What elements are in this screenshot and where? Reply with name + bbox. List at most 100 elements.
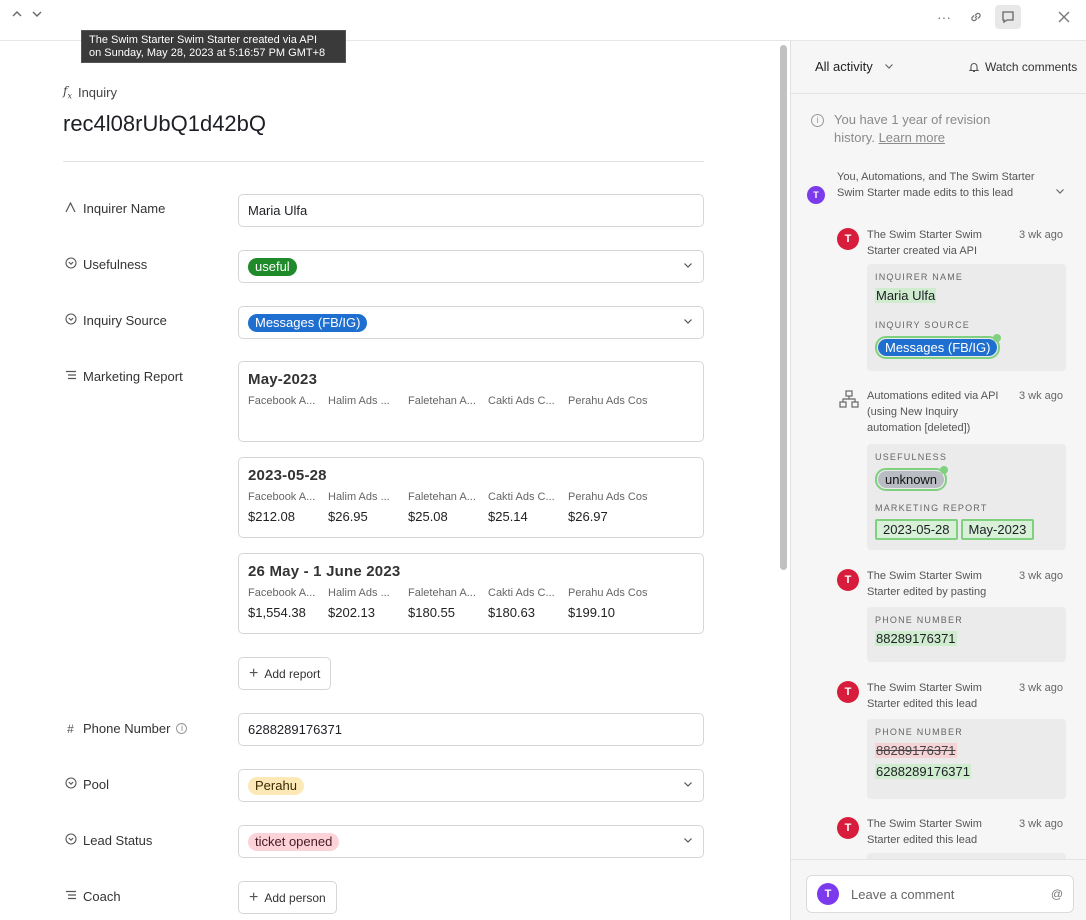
report-column: Faletehan A... [408,395,476,407]
link-icon [971,12,981,22]
comment-placeholder: Leave a comment [851,886,955,902]
activity-time: 3 wk ago [1019,390,1064,402]
phone-number-label: # Phone Number i [64,721,188,736]
report-value: $212.08 [248,509,295,524]
avatar: T [837,817,859,839]
added-value: 88289176371 [875,631,957,646]
activity-time: 3 wk ago [1019,229,1064,241]
report-card[interactable]: May-2023 Facebook A... Halim Ads ... Fal… [238,361,704,442]
report-column: Faletehan A... [408,587,476,599]
change-field-label: INQUIRY SOURCE [875,320,970,330]
plus-dot-icon [940,466,949,474]
inquiry-source-label: Inquiry Source [64,313,167,328]
added-pill-text: unknown [878,471,945,488]
report-columns: Facebook A... Halim Ads ... Faletehan A.… [248,491,694,503]
chevron-down-icon [885,64,894,69]
report-columns: Facebook A... Halim Ads ... Faletehan A.… [248,395,694,407]
activity-filter-label: All activity [815,59,873,74]
report-value: $26.95 [328,509,368,524]
phone-number-field[interactable]: 6288289176371 [238,713,704,746]
watch-comments-label: Watch comments [985,60,1078,74]
tooltip-line-1: The Swim Starter Swim Starter created vi… [89,34,318,46]
report-column: Perahu Ads Cost [568,491,648,503]
report-card[interactable]: 26 May - 1 June 2023 Facebook A... Halim… [238,553,704,634]
activity-filter-dropdown[interactable]: All activity [815,59,894,74]
plus-icon: + [249,664,259,682]
info-icon[interactable]: i [176,723,188,734]
plus-dot-icon [993,334,1002,342]
report-title: May-2023 [248,371,318,388]
mention-icon[interactable]: @ [1051,887,1063,901]
report-value: $202.13 [328,605,375,620]
usefulness-label: Usefulness [64,257,147,272]
tooltip-line-2: on Sunday, May 28, 2023 at 5:16:57 PM GM… [89,47,326,59]
next-record-button[interactable] [29,8,45,24]
created-tooltip: The Swim Starter Swim Starter created vi… [81,30,346,63]
activity-text: The Swim Starter Swim Starter created vi… [867,229,982,257]
inquirer-name-label: Inquirer Name [64,201,165,216]
report-column: Halim Ads ... [328,395,390,407]
inquirer-name-field[interactable]: Maria Ulfa [238,194,704,227]
change-card: USEFULNESS unknown MARKETING REPORT 2023… [867,444,1066,550]
report-column: Cakti Ads C... [488,395,555,407]
report-title: 26 May - 1 June 2023 [248,563,401,580]
added-value: 6288289176371 [875,764,971,779]
inquiry-source-select[interactable]: Messages (FB/IG) [238,306,704,339]
plus-icon: + [249,888,259,906]
inquiry-source-label-text: Inquiry Source [83,313,167,328]
formula-icon: fx [63,84,72,101]
report-value: $1,554.38 [248,605,306,620]
add-report-button[interactable]: + Add report [238,657,332,690]
collapse-summary-button[interactable] [1055,186,1065,199]
change-field-label: INQUIRER NAME [875,272,964,282]
change-field-label: MARKETING REPORT [875,503,988,513]
report-values: $1,554.38 $202.13 $180.55 $180.63 $199.1… [248,605,694,620]
bell-icon [968,63,980,73]
avatar: T [817,883,839,905]
form-scrollbar-thumb[interactable] [780,45,787,570]
previous-record-button[interactable] [9,8,25,24]
activity-text: The Swim Starter Swim Starter edited by … [867,570,987,598]
revision-history-text: You have 1 year of revision history. Lea… [834,111,1011,147]
divider [63,161,704,162]
added-record-chip[interactable]: 2023-05-28 [875,519,958,540]
lead-status-select[interactable]: ticket opened [238,825,704,858]
close-icon [1058,11,1070,23]
activity-panel-header: All activity Watch comments [791,41,1086,94]
report-card[interactable]: 2023-05-28 Facebook A... Halim Ads ... F… [238,457,704,538]
report-column: Halim Ads ... [328,587,390,599]
page-title: rec4l08rUbQ1d42bQ [63,111,267,136]
report-title: 2023-05-28 [248,467,327,484]
change-field-label: PHONE NUMBER [875,615,963,625]
added-record-chip[interactable]: May-2023 [960,519,1035,540]
chevron-down-icon [683,779,693,792]
report-column: Cakti Ads C... [488,587,555,599]
chevron-down-icon [1056,189,1064,194]
more-options-button[interactable]: ··· [931,5,957,29]
learn-more-link[interactable]: Learn more [879,130,945,145]
lead-status-pill: ticket opened [248,832,340,851]
report-column: Halim Ads ... [328,491,390,503]
pool-select[interactable]: Perahu [238,769,704,802]
add-person-button[interactable]: + Add person [238,881,337,914]
coach-label-text: Coach [83,889,121,904]
change-field-label: USEFULNESS [875,452,948,462]
report-column: Perahu Ads Cost [568,587,648,599]
avatar: T [807,186,825,204]
comments-toggle-button[interactable] [995,5,1021,29]
pool-pill: Perahu [248,776,304,795]
inquirer-name-label-text: Inquirer Name [83,201,166,216]
report-value: $180.63 [488,605,535,620]
added-pill: unknown [875,466,949,491]
copy-link-button[interactable] [963,5,989,29]
report-column: Cakti Ads C... [488,491,555,503]
close-button[interactable] [1051,5,1077,29]
report-value: $199.10 [568,605,615,620]
chevron-down-icon [683,316,693,329]
chevron-down-icon [32,11,42,17]
select-field-icon [64,257,77,272]
comment-input[interactable]: T Leave a comment @ [806,875,1074,913]
inquiry-source-pill: Messages (FB/IG) [248,313,368,332]
usefulness-select[interactable]: useful [238,250,704,283]
watch-comments-button[interactable]: Watch comments [968,60,1077,74]
